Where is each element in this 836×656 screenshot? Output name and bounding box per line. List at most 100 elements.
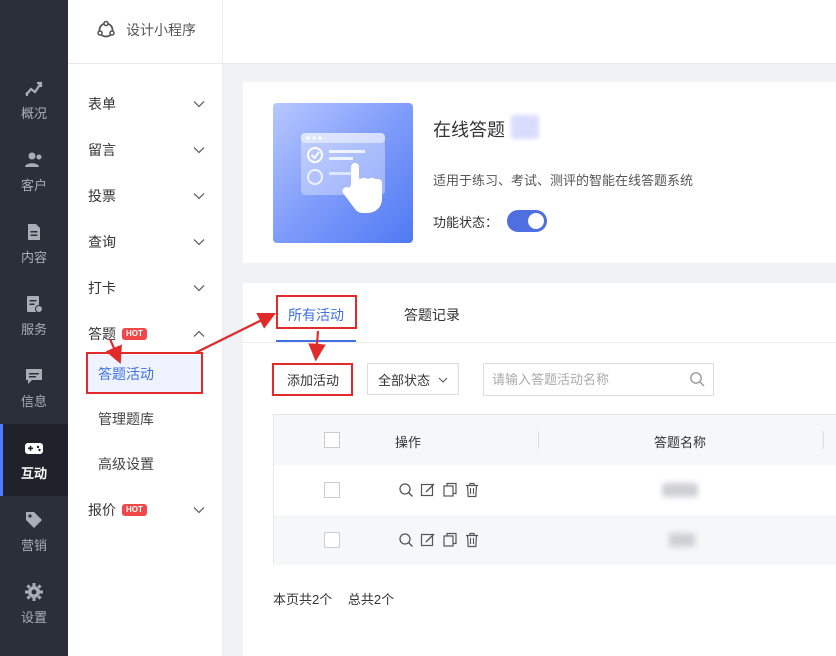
- subnav-item-advanced-settings[interactable]: 高级设置: [88, 445, 202, 483]
- row-checkbox[interactable]: [324, 532, 340, 548]
- rail-item-service[interactable]: 服务: [0, 280, 68, 352]
- total-count: 总共2个: [347, 592, 395, 607]
- users-icon: [25, 152, 42, 167]
- document-icon: [28, 224, 40, 240]
- delete-icon[interactable]: [464, 482, 480, 498]
- rail-item-customers[interactable]: 客户: [0, 136, 68, 208]
- annotation-box-add-activity: [272, 363, 353, 396]
- rail-item-messages[interactable]: 信息: [0, 352, 68, 424]
- pagination-summary: 本页共2个 总共2个: [273, 589, 406, 608]
- group-label: 打卡: [88, 280, 116, 296]
- rail-item-interaction[interactable]: 互动: [0, 424, 68, 496]
- chevron-down-icon: [193, 193, 205, 200]
- search-icon[interactable]: [689, 371, 705, 387]
- brand-label: 设计小程序: [126, 22, 196, 38]
- row-actions: [398, 482, 480, 498]
- column-divider: [823, 431, 824, 449]
- quiz-hero-illustration: [273, 103, 413, 243]
- rail-item-label: 营销: [20, 538, 47, 553]
- top-header: 设计小程序: [68, 0, 836, 64]
- annotation-box-quiz-activities: [86, 352, 203, 394]
- subnav-item-question-bank[interactable]: 管理题库: [88, 400, 202, 438]
- chart-trend-icon: [25, 81, 43, 96]
- group-label: 查询: [88, 234, 116, 250]
- page-count: 本页共2个: [273, 592, 333, 607]
- subnav-group-form[interactable]: 表单: [68, 81, 223, 127]
- blurred-badge: [511, 115, 539, 139]
- service-icon: [27, 296, 43, 313]
- message-icon: [26, 369, 42, 384]
- header-divider: [222, 0, 223, 64]
- subnav-group-guestbook[interactable]: 留言: [68, 127, 223, 173]
- copy-icon[interactable]: [442, 482, 458, 498]
- rail-item-overview[interactable]: 概况: [0, 64, 68, 136]
- app-description: 适用于练习、考试、测评的智能在线答题系统: [433, 173, 694, 188]
- blurred-activity-name: [662, 483, 698, 497]
- column-divider: [538, 431, 539, 449]
- group-label: 留言: [88, 142, 116, 158]
- column-header-actions: 操作: [395, 435, 422, 450]
- status-select[interactable]: 全部状态: [367, 363, 459, 395]
- rail-item-label: 互动: [20, 466, 47, 481]
- subitem-label: 高级设置: [98, 456, 154, 472]
- rail-item-label: 服务: [20, 322, 47, 337]
- blurred-activity-name: [669, 533, 695, 547]
- hot-badge: HOT: [122, 504, 147, 516]
- copy-icon[interactable]: [442, 532, 458, 548]
- group-label: 答题: [88, 326, 116, 342]
- rail-item-marketing[interactable]: 营销: [0, 496, 68, 568]
- rail-item-label: 信息: [20, 394, 47, 409]
- subnav-group-vote[interactable]: 投票: [68, 173, 223, 219]
- app-title: 在线答题: [433, 120, 505, 140]
- delete-icon[interactable]: [464, 532, 480, 548]
- select-all-checkbox[interactable]: [324, 432, 340, 448]
- chevron-up-icon: [193, 330, 205, 337]
- status-label: 功能状态：: [433, 215, 499, 230]
- table-row: [274, 515, 836, 565]
- rail-item-label: 客户: [20, 178, 47, 193]
- main-rail: 概况 客户 内容 服务 信息 互动 营销 设置: [0, 0, 68, 656]
- search-input[interactable]: [483, 363, 714, 396]
- feature-status-toggle[interactable]: [507, 210, 547, 232]
- group-label: 表单: [88, 96, 116, 112]
- group-label: 报价: [88, 502, 116, 518]
- tag-icon: [26, 512, 42, 528]
- hot-badge: HOT: [122, 328, 147, 340]
- chevron-down-icon: [193, 147, 205, 154]
- subitem-label: 管理题库: [98, 411, 154, 427]
- group-label: 投票: [88, 188, 116, 204]
- subnav-group-quiz[interactable]: 答题 HOT: [68, 311, 223, 357]
- subnav-group-query[interactable]: 查询: [68, 219, 223, 265]
- status-select-value: 全部状态: [378, 372, 431, 388]
- view-icon[interactable]: [398, 482, 414, 498]
- chevron-down-icon: [438, 377, 448, 383]
- edit-icon[interactable]: [420, 532, 436, 548]
- gamepad-icon: [25, 443, 43, 454]
- activity-table: 操作 答题名称: [273, 414, 836, 565]
- rail-item-content[interactable]: 内容: [0, 208, 68, 280]
- gear-icon: [25, 583, 43, 601]
- app-info-card: 在线答题 适用于练习、考试、测评的智能在线答题系统 功能状态：: [243, 82, 836, 263]
- quiz-illustration-icon: [301, 133, 385, 213]
- rail-item-label: 内容: [20, 250, 47, 265]
- active-tab-underline: [276, 340, 356, 342]
- chevron-down-icon: [193, 285, 205, 292]
- rail-item-settings[interactable]: 设置: [0, 568, 68, 640]
- rail-item-label: 设置: [20, 610, 47, 625]
- subnav-group-checkin[interactable]: 打卡: [68, 265, 223, 311]
- chevron-down-icon: [193, 239, 205, 246]
- rail-item-label: 概况: [20, 106, 47, 121]
- annotation-box-all-activities: [276, 295, 357, 329]
- column-header-name: 答题名称: [654, 435, 707, 450]
- subnav-group-quote[interactable]: 报价 HOT: [68, 487, 223, 533]
- tab-quiz-records[interactable]: 答题记录: [404, 305, 460, 325]
- view-icon[interactable]: [398, 532, 414, 548]
- table-header: 操作 答题名称: [274, 415, 836, 465]
- row-actions: [398, 532, 480, 548]
- mini-program-icon: [97, 20, 115, 38]
- brand[interactable]: 设计小程序: [96, 20, 196, 40]
- edit-icon[interactable]: [420, 482, 436, 498]
- row-checkbox[interactable]: [324, 482, 340, 498]
- chevron-down-icon: [193, 101, 205, 108]
- activity-list-card: 所有活动 答题记录 添加活动 全部状态 操作 答题名称: [243, 283, 836, 656]
